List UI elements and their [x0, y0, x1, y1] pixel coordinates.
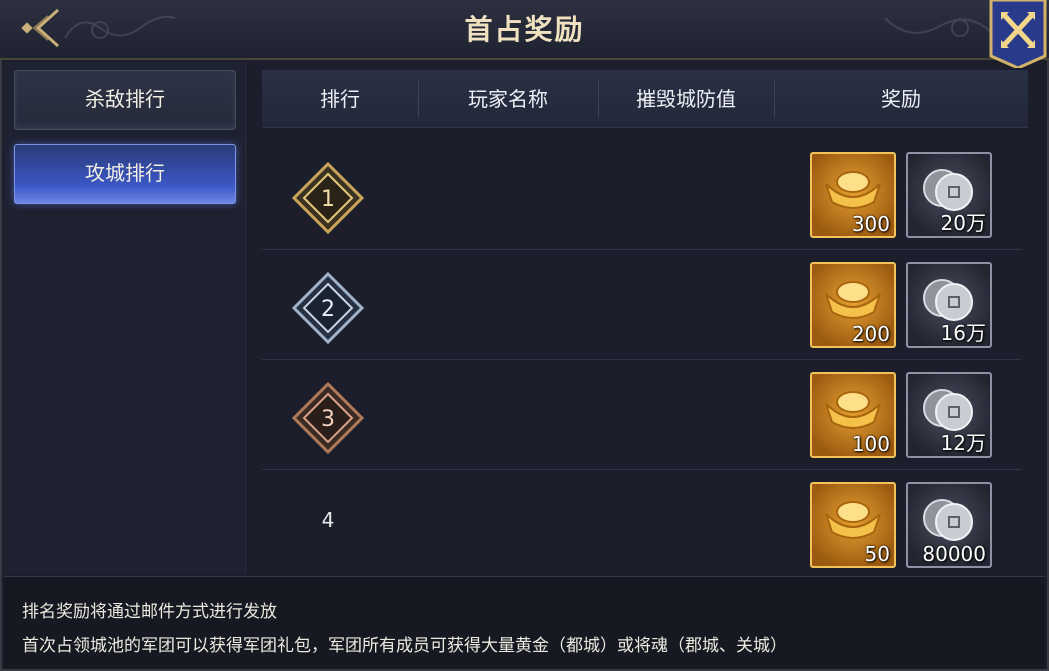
column-header-player: 玩家名称 — [468, 87, 548, 111]
rank-diamond-icon: 3 — [291, 381, 365, 455]
table-row: 2 200 16万 — [262, 250, 1022, 360]
gold-reward-item[interactable]: 50 — [810, 482, 896, 568]
title-bar: 首占奖励 — [0, 0, 1049, 70]
table-row: 3 100 12万 — [262, 360, 1022, 470]
rank-number: 2 — [321, 297, 335, 322]
silver-coin-icon — [923, 499, 973, 541]
note-mail-delivery: 排名奖励将通过邮件方式进行发放 — [22, 602, 277, 622]
tab-siege-ranking[interactable]: 攻城排行 — [14, 144, 236, 204]
silver-reward-item[interactable]: 12万 — [906, 372, 992, 458]
table-row: 4 50 80000 — [262, 470, 1022, 580]
gold-reward-item[interactable]: 300 — [810, 152, 896, 238]
reward-quantity: 20万 — [940, 211, 986, 235]
rank-diamond-icon: 2 — [291, 271, 365, 345]
rank-number: 3 — [321, 407, 335, 432]
gold-ingot-icon — [825, 391, 881, 429]
page-title: 首占奖励 — [464, 13, 585, 46]
rank-number: 1 — [321, 187, 335, 212]
reward-quantity: 100 — [851, 432, 890, 456]
gold-ingot-icon — [825, 171, 881, 209]
reward-quantity: 12万 — [940, 431, 986, 455]
close-x-icon — [989, 0, 1047, 70]
close-button[interactable] — [989, 0, 1047, 70]
gold-ingot-icon — [825, 501, 881, 539]
silver-reward-item[interactable]: 80000 — [906, 482, 992, 568]
table-row: 1 300 20万 — [262, 140, 1022, 250]
reward-quantity: 80000 — [922, 542, 986, 566]
note-first-capture: 首次占领城池的军团可以获得军团礼包，军团所有成员可获得大量黄金（都城）或将魂（郡… — [22, 636, 787, 656]
gold-reward-item[interactable]: 200 — [810, 262, 896, 348]
column-header-reward: 奖励 — [881, 87, 921, 111]
ranking-table: 排行 玩家名称 摧毁城防值 奖励 1 300 20万 2 200 16万 3 1… — [262, 70, 1028, 574]
reward-quantity: 200 — [851, 322, 890, 346]
column-header-defense: 摧毁城防值 — [636, 87, 736, 111]
rank-number: 4 — [321, 508, 335, 532]
silver-reward-item[interactable]: 16万 — [906, 262, 992, 348]
tab-label: 杀敌排行 — [85, 87, 165, 111]
tab-label: 攻城排行 — [85, 161, 165, 185]
footer-notes: 排名奖励将通过邮件方式进行发放 首次占领城池的军团可以获得军团礼包，军团所有成员… — [4, 576, 1045, 669]
rank-diamond-icon: 1 — [291, 161, 365, 235]
column-header-rank: 排行 — [320, 87, 360, 111]
silver-reward-item[interactable]: 20万 — [906, 152, 992, 238]
reward-quantity: 16万 — [940, 321, 986, 345]
reward-quantity: 300 — [851, 212, 890, 236]
gold-reward-item[interactable]: 100 — [810, 372, 896, 458]
ranking-sidebar: 杀敌排行 攻城排行 — [4, 62, 246, 574]
gold-ingot-icon — [825, 281, 881, 319]
table-header: 排行 玩家名称 摧毁城防值 奖励 — [262, 70, 1028, 128]
tab-kill-ranking[interactable]: 杀敌排行 — [14, 70, 236, 130]
reward-quantity: 50 — [864, 542, 890, 566]
